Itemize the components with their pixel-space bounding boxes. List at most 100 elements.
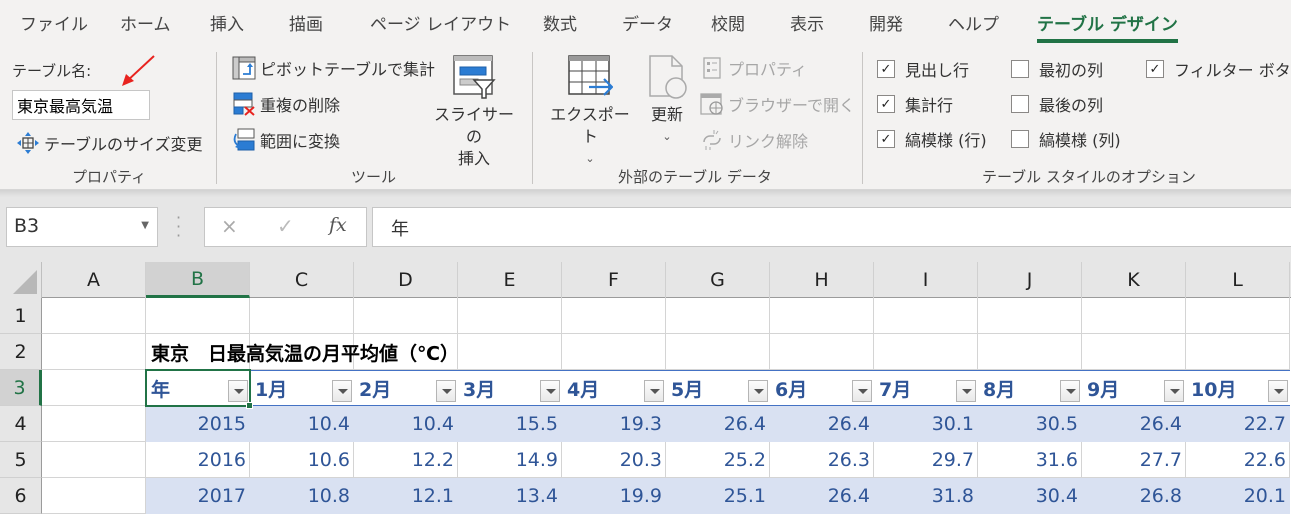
filter-button-checkbox[interactable]: ✓ フィルター ボタン <box>1146 57 1291 81</box>
filter-dropdown-icon[interactable] <box>956 380 976 402</box>
cell-J2[interactable] <box>978 334 1082 370</box>
table-data-cell[interactable]: 30.1 <box>874 406 978 442</box>
cell-H1[interactable] <box>770 298 874 334</box>
cell-C1[interactable] <box>250 298 354 334</box>
tab-table-design[interactable]: テーブル デザイン <box>1037 10 1178 43</box>
row-header-6[interactable]: 6 <box>0 478 42 514</box>
cell-K2[interactable] <box>1082 334 1186 370</box>
insert-slicer-button[interactable]: スライサーの 挿入 <box>428 54 520 170</box>
column-header-b[interactable]: B <box>146 262 250 298</box>
dropdown-arrow-icon[interactable]: ▼ <box>141 220 149 231</box>
column-header-e[interactable]: E <box>458 262 562 298</box>
table-properties-button[interactable]: プロパティ <box>700 55 807 81</box>
open-in-browser-button[interactable]: ブラウザーで開く <box>700 91 855 117</box>
filter-dropdown-icon[interactable] <box>1164 380 1184 402</box>
banded-columns-checkbox[interactable]: 縞模様 (列) <box>1011 127 1121 151</box>
cell-D1[interactable] <box>354 298 458 334</box>
tab-draw[interactable]: 描画 <box>289 10 323 35</box>
cell-L2[interactable] <box>1186 334 1290 370</box>
tab-home[interactable]: ホーム <box>120 10 171 35</box>
refresh-button[interactable]: 更新 ⌄ <box>644 54 690 148</box>
column-header-c[interactable]: C <box>250 262 354 298</box>
table-data-cell[interactable]: 22.7 <box>1186 406 1290 442</box>
cell-G1[interactable] <box>666 298 770 334</box>
table-header-cell[interactable]: 1月 <box>250 370 354 406</box>
table-data-cell[interactable]: 19.3 <box>562 406 666 442</box>
cell-A1[interactable] <box>42 298 146 334</box>
filter-dropdown-icon[interactable] <box>1060 380 1080 402</box>
cell-B1[interactable] <box>146 298 250 334</box>
tab-developer[interactable]: 開発 <box>869 10 903 35</box>
convert-to-range-button[interactable]: 範囲に変換 <box>232 127 340 153</box>
table-header-cell[interactable]: 9月 <box>1082 370 1186 406</box>
table-data-cell[interactable]: 26.3 <box>770 442 874 478</box>
tab-help[interactable]: ヘルプ <box>948 10 999 35</box>
filter-dropdown-icon[interactable] <box>540 380 560 402</box>
table-data-cell[interactable]: 26.4 <box>1082 406 1186 442</box>
tab-page-layout[interactable]: ページ レイアウト <box>370 10 511 35</box>
export-button[interactable]: エクスポート ⌄ <box>544 54 636 170</box>
cell-H2[interactable] <box>770 334 874 370</box>
cell-L1[interactable] <box>1186 298 1290 334</box>
cell-A3[interactable] <box>42 370 146 406</box>
filter-dropdown-icon[interactable] <box>852 380 872 402</box>
table-data-cell[interactable]: 25.2 <box>666 442 770 478</box>
table-data-cell[interactable]: 20.3 <box>562 442 666 478</box>
total-row-checkbox[interactable]: ✓ 集計行 <box>877 92 953 116</box>
pivot-table-button[interactable]: ピボットテーブルで集計 <box>232 55 435 81</box>
banded-rows-checkbox[interactable]: ✓ 縞模様 (行) <box>877 127 987 151</box>
table-name-input[interactable] <box>12 90 150 120</box>
table-data-cell[interactable]: 10.4 <box>354 406 458 442</box>
table-data-cell[interactable]: 10.6 <box>250 442 354 478</box>
column-header-d[interactable]: D <box>354 262 458 298</box>
header-row-checkbox[interactable]: ✓ 見出し行 <box>877 57 969 81</box>
row-header-4[interactable]: 4 <box>0 406 42 442</box>
tab-formulas[interactable]: 数式 <box>543 10 577 35</box>
table-data-cell[interactable]: 26.4 <box>666 406 770 442</box>
tab-file[interactable]: ファイル <box>20 10 88 35</box>
table-data-cell[interactable]: 29.7 <box>874 442 978 478</box>
cell-I1[interactable] <box>874 298 978 334</box>
filter-dropdown-icon[interactable] <box>748 380 768 402</box>
column-header-h[interactable]: H <box>770 262 874 298</box>
select-all-button[interactable] <box>0 262 42 298</box>
table-data-cell[interactable]: 20.1 <box>1186 478 1290 514</box>
table-data-cell[interactable]: 19.9 <box>562 478 666 514</box>
row-header-3[interactable]: 3 <box>0 370 42 406</box>
remove-duplicates-button[interactable]: 重複の削除 <box>232 91 340 117</box>
column-header-k[interactable]: K <box>1082 262 1186 298</box>
table-data-cell[interactable]: 14.9 <box>458 442 562 478</box>
table-header-cell[interactable]: 10月 <box>1186 370 1290 406</box>
table-data-cell[interactable]: 10.8 <box>250 478 354 514</box>
table-data-cell[interactable]: 12.1 <box>354 478 458 514</box>
table-data-cell[interactable]: 26.8 <box>1082 478 1186 514</box>
cell-G2[interactable] <box>666 334 770 370</box>
cell-A2[interactable] <box>42 334 146 370</box>
column-header-f[interactable]: F <box>562 262 666 298</box>
column-header-g[interactable]: G <box>666 262 770 298</box>
row-header-1[interactable]: 1 <box>0 298 42 334</box>
filter-dropdown-icon[interactable] <box>228 380 248 402</box>
name-box[interactable]: B3 ▼ <box>6 207 158 247</box>
filter-dropdown-icon[interactable] <box>644 380 664 402</box>
cell-F2[interactable] <box>562 334 666 370</box>
last-column-checkbox[interactable]: 最後の列 <box>1011 92 1103 116</box>
table-header-cell[interactable]: 3月 <box>458 370 562 406</box>
table-data-cell[interactable]: 27.7 <box>1082 442 1186 478</box>
enter-icon[interactable]: ✓ <box>277 214 294 238</box>
table-data-cell[interactable]: 12.2 <box>354 442 458 478</box>
table-data-cell[interactable]: 25.1 <box>666 478 770 514</box>
cancel-icon[interactable]: × <box>221 214 238 238</box>
filter-dropdown-icon[interactable] <box>332 380 352 402</box>
table-data-cell[interactable]: 15.5 <box>458 406 562 442</box>
cell-I2[interactable] <box>874 334 978 370</box>
table-header-cell[interactable]: 8月 <box>978 370 1082 406</box>
formula-input[interactable]: 年 <box>372 207 1291 247</box>
cell-K1[interactable] <box>1082 298 1186 334</box>
resize-handle-icon[interactable]: · · · <box>176 210 181 244</box>
table-data-cell[interactable]: 10.4 <box>250 406 354 442</box>
unlink-button[interactable]: リンク解除 <box>700 127 808 153</box>
table-header-cell[interactable]: 7月 <box>874 370 978 406</box>
tab-insert[interactable]: 挿入 <box>210 10 244 35</box>
table-data-cell[interactable]: 2016 <box>146 442 250 478</box>
